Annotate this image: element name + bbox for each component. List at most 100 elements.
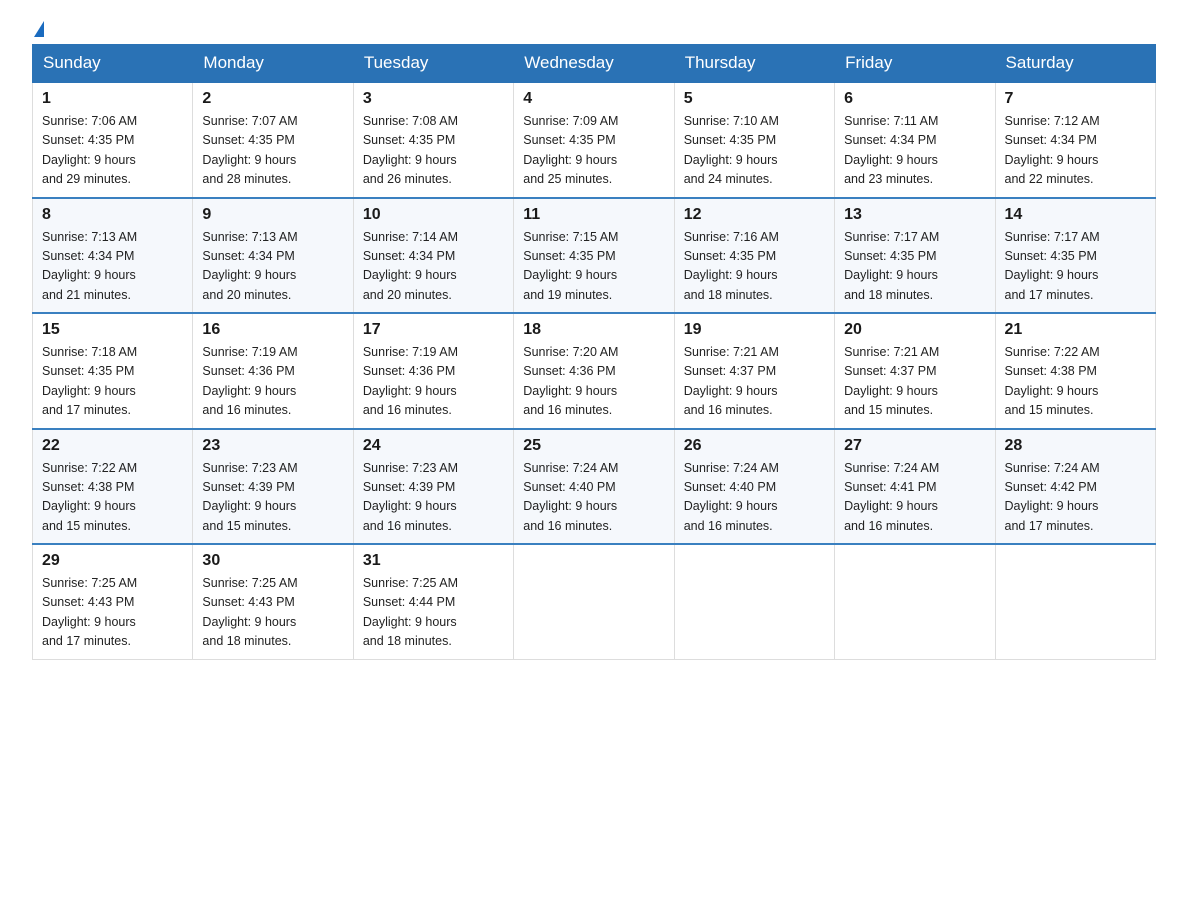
day-number: 10 <box>363 206 504 224</box>
day-info: Sunrise: 7:19 AMSunset: 4:36 PMDaylight:… <box>202 343 343 421</box>
day-number: 23 <box>202 437 343 455</box>
day-number: 12 <box>684 206 825 224</box>
day-info: Sunrise: 7:10 AMSunset: 4:35 PMDaylight:… <box>684 112 825 190</box>
day-number: 24 <box>363 437 504 455</box>
day-info: Sunrise: 7:16 AMSunset: 4:35 PMDaylight:… <box>684 228 825 306</box>
day-info: Sunrise: 7:14 AMSunset: 4:34 PMDaylight:… <box>363 228 504 306</box>
day-number: 30 <box>202 552 343 570</box>
day-number: 28 <box>1005 437 1146 455</box>
calendar-cell: 28 Sunrise: 7:24 AMSunset: 4:42 PMDaylig… <box>995 429 1155 545</box>
calendar-week-row: 8 Sunrise: 7:13 AMSunset: 4:34 PMDayligh… <box>33 198 1156 314</box>
day-info: Sunrise: 7:22 AMSunset: 4:38 PMDaylight:… <box>1005 343 1146 421</box>
day-number: 14 <box>1005 206 1146 224</box>
day-number: 6 <box>844 90 985 108</box>
logo <box>32 24 44 32</box>
day-number: 16 <box>202 321 343 339</box>
day-number: 20 <box>844 321 985 339</box>
calendar-cell <box>995 544 1155 659</box>
day-number: 2 <box>202 90 343 108</box>
day-info: Sunrise: 7:17 AMSunset: 4:35 PMDaylight:… <box>844 228 985 306</box>
day-number: 11 <box>523 206 664 224</box>
calendar-cell: 27 Sunrise: 7:24 AMSunset: 4:41 PMDaylig… <box>835 429 995 545</box>
calendar-cell: 22 Sunrise: 7:22 AMSunset: 4:38 PMDaylig… <box>33 429 193 545</box>
calendar-cell: 16 Sunrise: 7:19 AMSunset: 4:36 PMDaylig… <box>193 313 353 429</box>
day-info: Sunrise: 7:24 AMSunset: 4:40 PMDaylight:… <box>523 459 664 537</box>
calendar-cell: 17 Sunrise: 7:19 AMSunset: 4:36 PMDaylig… <box>353 313 513 429</box>
calendar-cell: 19 Sunrise: 7:21 AMSunset: 4:37 PMDaylig… <box>674 313 834 429</box>
calendar-cell: 10 Sunrise: 7:14 AMSunset: 4:34 PMDaylig… <box>353 198 513 314</box>
day-info: Sunrise: 7:24 AMSunset: 4:40 PMDaylight:… <box>684 459 825 537</box>
calendar-week-row: 29 Sunrise: 7:25 AMSunset: 4:43 PMDaylig… <box>33 544 1156 659</box>
weekday-header-row: Sunday Monday Tuesday Wednesday Thursday… <box>33 45 1156 83</box>
day-info: Sunrise: 7:25 AMSunset: 4:43 PMDaylight:… <box>42 574 183 652</box>
day-number: 7 <box>1005 90 1146 108</box>
day-info: Sunrise: 7:20 AMSunset: 4:36 PMDaylight:… <box>523 343 664 421</box>
day-number: 19 <box>684 321 825 339</box>
calendar-cell: 24 Sunrise: 7:23 AMSunset: 4:39 PMDaylig… <box>353 429 513 545</box>
calendar-cell <box>835 544 995 659</box>
calendar-cell: 2 Sunrise: 7:07 AMSunset: 4:35 PMDayligh… <box>193 82 353 198</box>
calendar-cell: 21 Sunrise: 7:22 AMSunset: 4:38 PMDaylig… <box>995 313 1155 429</box>
calendar-cell <box>674 544 834 659</box>
calendar-cell: 26 Sunrise: 7:24 AMSunset: 4:40 PMDaylig… <box>674 429 834 545</box>
day-info: Sunrise: 7:19 AMSunset: 4:36 PMDaylight:… <box>363 343 504 421</box>
day-info: Sunrise: 7:21 AMSunset: 4:37 PMDaylight:… <box>844 343 985 421</box>
day-info: Sunrise: 7:18 AMSunset: 4:35 PMDaylight:… <box>42 343 183 421</box>
calendar-cell <box>514 544 674 659</box>
header-thursday: Thursday <box>674 45 834 83</box>
day-info: Sunrise: 7:22 AMSunset: 4:38 PMDaylight:… <box>42 459 183 537</box>
calendar-body: 1 Sunrise: 7:06 AMSunset: 4:35 PMDayligh… <box>33 82 1156 659</box>
calendar-cell: 6 Sunrise: 7:11 AMSunset: 4:34 PMDayligh… <box>835 82 995 198</box>
calendar-cell: 8 Sunrise: 7:13 AMSunset: 4:34 PMDayligh… <box>33 198 193 314</box>
day-number: 1 <box>42 90 183 108</box>
day-number: 5 <box>684 90 825 108</box>
day-info: Sunrise: 7:24 AMSunset: 4:41 PMDaylight:… <box>844 459 985 537</box>
day-info: Sunrise: 7:13 AMSunset: 4:34 PMDaylight:… <box>202 228 343 306</box>
day-number: 22 <box>42 437 183 455</box>
day-info: Sunrise: 7:24 AMSunset: 4:42 PMDaylight:… <box>1005 459 1146 537</box>
calendar-week-row: 1 Sunrise: 7:06 AMSunset: 4:35 PMDayligh… <box>33 82 1156 198</box>
day-info: Sunrise: 7:08 AMSunset: 4:35 PMDaylight:… <box>363 112 504 190</box>
day-info: Sunrise: 7:13 AMSunset: 4:34 PMDaylight:… <box>42 228 183 306</box>
day-info: Sunrise: 7:12 AMSunset: 4:34 PMDaylight:… <box>1005 112 1146 190</box>
header-sunday: Sunday <box>33 45 193 83</box>
day-number: 18 <box>523 321 664 339</box>
day-number: 13 <box>844 206 985 224</box>
day-info: Sunrise: 7:21 AMSunset: 4:37 PMDaylight:… <box>684 343 825 421</box>
calendar-week-row: 22 Sunrise: 7:22 AMSunset: 4:38 PMDaylig… <box>33 429 1156 545</box>
day-number: 3 <box>363 90 504 108</box>
calendar-cell: 20 Sunrise: 7:21 AMSunset: 4:37 PMDaylig… <box>835 313 995 429</box>
day-info: Sunrise: 7:11 AMSunset: 4:34 PMDaylight:… <box>844 112 985 190</box>
day-info: Sunrise: 7:17 AMSunset: 4:35 PMDaylight:… <box>1005 228 1146 306</box>
day-number: 29 <box>42 552 183 570</box>
calendar-week-row: 15 Sunrise: 7:18 AMSunset: 4:35 PMDaylig… <box>33 313 1156 429</box>
day-info: Sunrise: 7:07 AMSunset: 4:35 PMDaylight:… <box>202 112 343 190</box>
calendar-cell: 12 Sunrise: 7:16 AMSunset: 4:35 PMDaylig… <box>674 198 834 314</box>
day-info: Sunrise: 7:06 AMSunset: 4:35 PMDaylight:… <box>42 112 183 190</box>
calendar-cell: 15 Sunrise: 7:18 AMSunset: 4:35 PMDaylig… <box>33 313 193 429</box>
day-number: 25 <box>523 437 664 455</box>
header-monday: Monday <box>193 45 353 83</box>
calendar-table: Sunday Monday Tuesday Wednesday Thursday… <box>32 44 1156 660</box>
calendar-cell: 3 Sunrise: 7:08 AMSunset: 4:35 PMDayligh… <box>353 82 513 198</box>
day-number: 21 <box>1005 321 1146 339</box>
day-number: 17 <box>363 321 504 339</box>
page-header <box>32 24 1156 32</box>
calendar-cell: 31 Sunrise: 7:25 AMSunset: 4:44 PMDaylig… <box>353 544 513 659</box>
calendar-cell: 1 Sunrise: 7:06 AMSunset: 4:35 PMDayligh… <box>33 82 193 198</box>
calendar-cell: 25 Sunrise: 7:24 AMSunset: 4:40 PMDaylig… <box>514 429 674 545</box>
calendar-cell: 23 Sunrise: 7:23 AMSunset: 4:39 PMDaylig… <box>193 429 353 545</box>
logo-triangle-icon <box>34 21 44 37</box>
day-info: Sunrise: 7:25 AMSunset: 4:43 PMDaylight:… <box>202 574 343 652</box>
header-saturday: Saturday <box>995 45 1155 83</box>
calendar-cell: 11 Sunrise: 7:15 AMSunset: 4:35 PMDaylig… <box>514 198 674 314</box>
day-number: 26 <box>684 437 825 455</box>
day-number: 9 <box>202 206 343 224</box>
day-info: Sunrise: 7:23 AMSunset: 4:39 PMDaylight:… <box>202 459 343 537</box>
day-number: 15 <box>42 321 183 339</box>
calendar-cell: 5 Sunrise: 7:10 AMSunset: 4:35 PMDayligh… <box>674 82 834 198</box>
header-wednesday: Wednesday <box>514 45 674 83</box>
calendar-cell: 14 Sunrise: 7:17 AMSunset: 4:35 PMDaylig… <box>995 198 1155 314</box>
day-number: 8 <box>42 206 183 224</box>
day-info: Sunrise: 7:09 AMSunset: 4:35 PMDaylight:… <box>523 112 664 190</box>
